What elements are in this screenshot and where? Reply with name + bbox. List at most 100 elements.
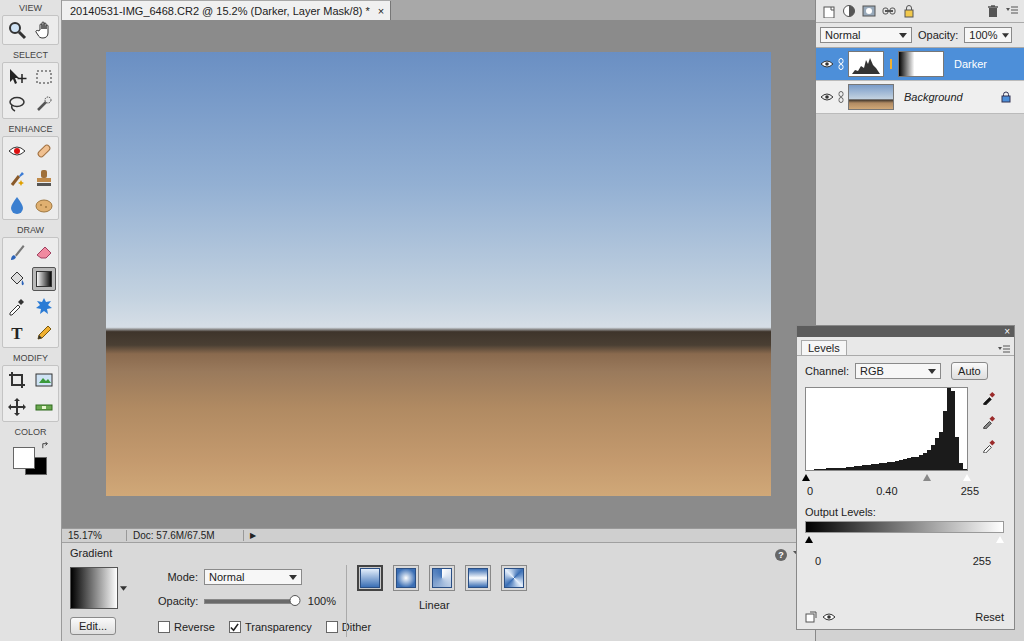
- edit-button[interactable]: Edit...: [70, 617, 116, 635]
- foreground-color-swatch[interactable]: [13, 447, 35, 469]
- input-value[interactable]: 0.40: [876, 485, 897, 497]
- output-slider-handle[interactable]: [996, 536, 1004, 543]
- panel-menu-icon[interactable]: [998, 345, 1010, 355]
- tool-button[interactable]: [5, 92, 29, 116]
- checkbox-label: Transparency: [245, 621, 312, 633]
- auto-button[interactable]: Auto: [951, 362, 988, 380]
- recompose-icon: [34, 370, 54, 390]
- mode-dropdown[interactable]: Normal: [204, 569, 302, 585]
- document-tab[interactable]: 20140531-IMG_6468.CR2 @ 15.2% (Darker, L…: [62, 1, 391, 20]
- blend-mode-dropdown[interactable]: Normal: [820, 27, 912, 43]
- panel-menu-icon[interactable]: [1006, 6, 1018, 16]
- gradient-type-button[interactable]: [429, 565, 455, 591]
- tool-button[interactable]: [32, 92, 56, 116]
- checkbox[interactable]: [158, 621, 170, 633]
- tool-button[interactable]: [32, 193, 56, 217]
- clip-to-layer-icon[interactable]: [805, 611, 817, 623]
- layer-opacity-field[interactable]: 100%: [964, 27, 1012, 43]
- status-menu-button[interactable]: ▶: [244, 531, 262, 540]
- histogram-icon: [852, 56, 880, 74]
- tool-button[interactable]: [5, 240, 29, 264]
- adjustment-layer-icon[interactable]: [842, 4, 856, 18]
- gradient-swatch[interactable]: [70, 567, 118, 609]
- checkbox-option[interactable]: Reverse: [158, 621, 215, 633]
- tool-button[interactable]: [5, 18, 29, 42]
- output-slider-handle[interactable]: [805, 536, 813, 543]
- color-swatches[interactable]: [9, 439, 53, 475]
- black-point-eyedropper-icon[interactable]: [982, 391, 996, 405]
- opacity-slider[interactable]: [204, 599, 296, 604]
- section-label: COLOR: [14, 426, 46, 439]
- close-tab-button[interactable]: ×: [378, 5, 384, 17]
- tool-button[interactable]: [5, 368, 29, 392]
- checkbox[interactable]: [229, 621, 241, 633]
- output-levels-slider[interactable]: [809, 536, 1000, 544]
- input-slider-handle[interactable]: [963, 474, 971, 481]
- levels-tab[interactable]: Levels: [801, 340, 847, 355]
- delete-layer-icon[interactable]: [986, 4, 1000, 18]
- tool-button[interactable]: [5, 267, 29, 291]
- tool-button[interactable]: [5, 139, 29, 163]
- output-value[interactable]: 255: [973, 555, 991, 567]
- opacity-label: Opacity:: [918, 29, 958, 41]
- tool-button[interactable]: [5, 65, 29, 89]
- channel-dropdown[interactable]: RGB: [855, 363, 941, 379]
- opacity-knob[interactable]: [289, 595, 300, 606]
- checkbox-option[interactable]: Transparency: [229, 621, 312, 633]
- tool-button[interactable]: [32, 166, 56, 190]
- tool-button[interactable]: [32, 368, 56, 392]
- input-slider-handle[interactable]: [923, 474, 931, 481]
- input-slider-handle[interactable]: [802, 474, 810, 481]
- tool-button[interactable]: [32, 240, 56, 264]
- lock-layer-icon[interactable]: [902, 4, 916, 18]
- checkbox[interactable]: [326, 621, 338, 633]
- close-panel-button[interactable]: ×: [1004, 326, 1010, 337]
- white-point-eyedropper-icon[interactable]: [982, 439, 996, 453]
- tool-group: [2, 62, 59, 119]
- visibility-icon[interactable]: [823, 613, 835, 621]
- tool-button[interactable]: [5, 294, 29, 318]
- output-value[interactable]: 0: [815, 555, 821, 567]
- gradient-type-button[interactable]: [501, 565, 527, 591]
- swap-colors-icon[interactable]: [41, 441, 50, 450]
- eye-icon: [821, 60, 833, 68]
- tool-button[interactable]: [32, 321, 56, 345]
- reset-button[interactable]: Reset: [973, 611, 1006, 623]
- input-levels-slider[interactable]: [806, 474, 967, 482]
- reset-button-label: Reset: [975, 611, 1004, 623]
- gray-point-eyedropper-icon[interactable]: [982, 415, 996, 429]
- levels-footer: Reset: [805, 611, 1006, 623]
- gradient-type-button[interactable]: [393, 565, 419, 591]
- visibility-toggle[interactable]: [820, 93, 834, 101]
- tool-button[interactable]: [5, 193, 29, 217]
- tool-button[interactable]: T: [5, 321, 29, 345]
- tool-button[interactable]: [5, 166, 29, 190]
- help-button[interactable]: ?: [775, 549, 787, 561]
- layer-row[interactable]: Darker: [816, 48, 1024, 81]
- visibility-toggle[interactable]: [820, 60, 834, 68]
- tool-button[interactable]: [32, 65, 56, 89]
- layer-mask-icon[interactable]: [862, 4, 876, 18]
- pencil-icon: [34, 323, 54, 343]
- gradient-type-button[interactable]: [465, 565, 491, 591]
- new-layer-icon[interactable]: [822, 4, 836, 18]
- layer-row[interactable]: Background: [816, 81, 1024, 114]
- blur-icon: [7, 195, 27, 215]
- gradient-picker[interactable]: [70, 567, 148, 609]
- tool-button[interactable]: [32, 294, 56, 318]
- link-layers-icon[interactable]: [882, 4, 896, 18]
- tool-button[interactable]: [32, 267, 56, 291]
- checkbox-option[interactable]: Dither: [326, 621, 371, 633]
- input-value[interactable]: 0: [807, 485, 813, 497]
- tool-button[interactable]: [5, 395, 29, 419]
- tool-group: [2, 136, 59, 220]
- gradient-type-column: Linear: [346, 565, 527, 637]
- input-value[interactable]: 255: [961, 485, 979, 497]
- tool-button[interactable]: [32, 395, 56, 419]
- gradient-icon: [34, 269, 54, 289]
- blend-row: Normal Opacity: 100%: [816, 23, 1024, 48]
- checkbox-label: Reverse: [174, 621, 215, 633]
- gradient-type-button[interactable]: [357, 565, 383, 591]
- tool-button[interactable]: [32, 139, 56, 163]
- tool-button[interactable]: [32, 18, 56, 42]
